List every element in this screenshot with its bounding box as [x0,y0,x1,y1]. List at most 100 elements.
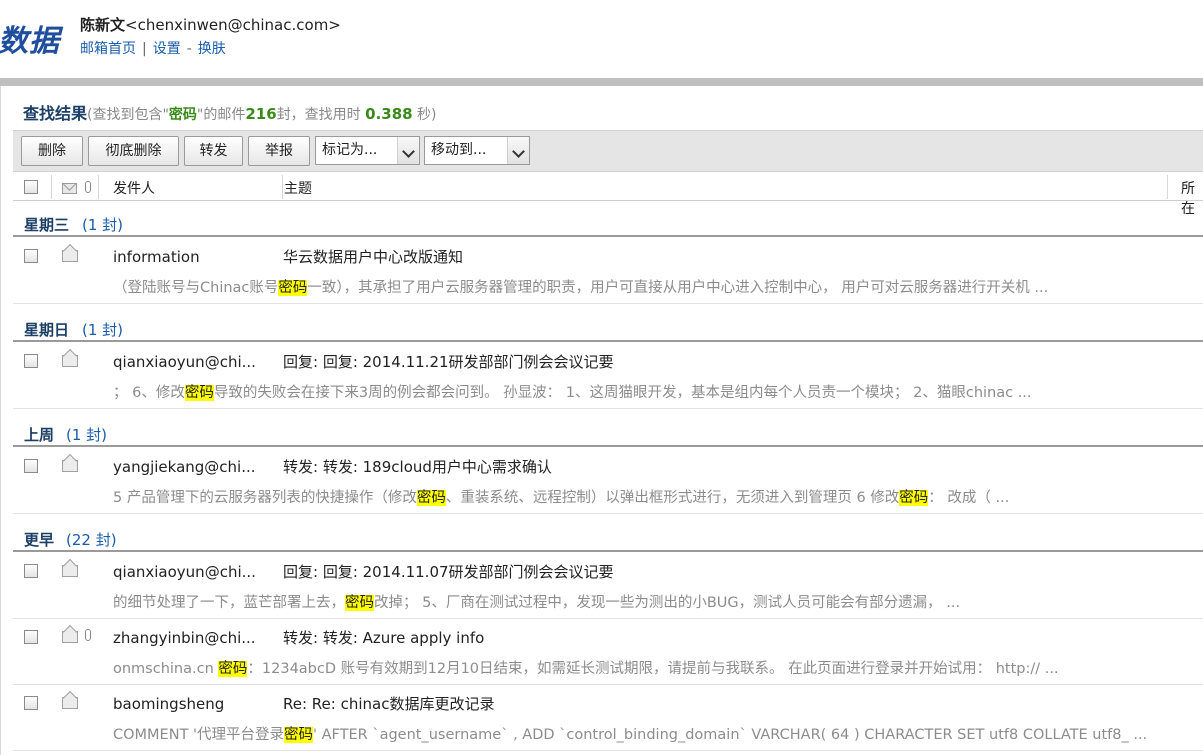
summary-text: ； 6、修改 [113,385,185,401]
summary-text: 一致），其承担了用户云服务器管理的职责，用户可直接从用户中心进入控制中心， 用户… [307,280,1049,296]
user-email: <chenxinwen@chinac.com> [125,16,341,34]
keyword-highlight: 密码 [278,280,308,296]
skin-link[interactable]: 换肤 [198,41,226,57]
read-envelope-icon [62,355,78,367]
report-button[interactable]: 举报 [248,136,310,166]
keyword-highlight: 密码 [284,727,314,743]
read-envelope-icon [62,250,78,262]
paperclip-icon [85,629,91,641]
mail-summary: ； 6、修改密码导致的失败会在接下来3周的例会都会问到。 孙显波： 1、这周猫眼… [113,381,1203,402]
mail-summary: COMMENT '代理平台登录密码' AFTER `agent_username… [113,723,1203,744]
mail-sender[interactable]: information [113,248,200,266]
mail-sender[interactable]: zhangyinbin@chi... [113,629,256,647]
read-envelope-icon [62,697,78,709]
read-envelope-icon [62,631,78,643]
mail-sender[interactable]: qianxiaoyun@chi... [113,353,256,371]
result-summary: 查找结果(查找到包含"密码"的邮件216封，查找用时 0.388 秒) [23,100,437,124]
group-count-link[interactable]: (1 封) [82,214,123,235]
keyword-highlight: 密码 [184,385,214,401]
date-group-header: 上周 (1 封) [13,413,1203,447]
summary-text: （登陆账号与Chinac账号 [113,280,279,296]
header-divider [0,78,1203,86]
mail-subject[interactable]: 华云数据用户中心改版通知 [283,246,463,267]
read-envelope-icon [62,565,78,577]
group-count-link[interactable]: (1 封) [66,424,107,445]
summary-text: ：1234abcD 账号有效期到12月10日结束，如需延长测试期限，请提前与我联… [247,661,1059,677]
result-prefix: (查找到包含" [87,107,169,123]
paperclip-icon [85,181,91,193]
toolbar: 删除 彻底删除 转发 举报 标记为... 移动到... [13,130,1203,172]
mail-checkbox[interactable] [24,354,38,368]
mail-checkbox[interactable] [24,630,38,644]
summary-text: 、重装系统、远程控制）以弹出框形式进行，无须进入到管理页 6 修改 [445,490,900,506]
logo: 数据 [0,24,60,59]
result-unit: 封，查找用时 [276,107,361,123]
mail-checkbox[interactable] [24,249,38,263]
mail-checkbox[interactable] [24,459,38,473]
group-divider [13,340,1203,342]
link-separator: - [186,41,192,57]
search-keyword: 密码 [168,107,197,123]
summary-text: onmschina.cn [113,661,219,677]
group-name: 星期日 [24,321,70,339]
mail-checkbox[interactable] [24,564,38,578]
mail-row[interactable]: baomingsheng Re: Re: chinac数据库更改记录 COMME… [13,686,1203,751]
delete-permanent-button[interactable]: 彻底删除 [88,136,179,166]
delete-button[interactable]: 删除 [21,136,83,166]
group-divider [13,445,1203,447]
column-divider [98,175,99,199]
result-title: 查找结果 [23,104,88,123]
date-group-header: 星期三 (1 封) [13,203,1203,237]
mail-row[interactable]: qianxiaoyun@chi... 回复: 回复: 2014.11.21研发部… [13,344,1203,409]
mail-row[interactable]: information 华云数据用户中心改版通知 （登陆账号与Chinac账号密… [13,239,1203,304]
mail-sender[interactable]: baomingsheng [113,695,224,713]
group-name: 更早 [24,531,55,549]
read-envelope-icon [62,460,78,472]
mail-row[interactable]: zhangyinbin@chi... 转发: 转发: Azure apply i… [13,620,1203,685]
mail-summary: 的细节处理了一下，蓝芒部署上去，密码改掉； 5、厂商在测试过程中，发现一些为测出… [113,591,1203,612]
move-to-label: 移动到... [431,142,487,158]
group-count-link[interactable]: (1 封) [82,319,123,340]
mail-checkbox[interactable] [24,696,38,710]
mail-subject[interactable]: 回复: 回复: 2014.11.21研发部部门例会会议记要 [283,351,614,372]
mail-sender[interactable]: qianxiaoyun@chi... [113,563,256,581]
summary-text: 导致的失败会在接下来3周的例会都会问到。 孙显波： 1、这周猫眼开发，基本是组内… [213,385,1032,401]
mail-sender[interactable]: yangjiekang@chi... [113,458,256,476]
keyword-highlight: 密码 [345,595,374,611]
mail-summary: 5 产品管理下的云服务器列表的快捷操作（修改密码、重装系统、远程控制）以弹出框形… [113,486,1203,507]
mail-subject[interactable]: 转发: 转发: Azure apply info [283,627,484,648]
result-suffix: 秒) [417,107,437,123]
keyword-highlight: 密码 [218,661,248,677]
forward-button[interactable]: 转发 [184,136,243,166]
chevron-down-icon [507,137,529,164]
mail-summary: onmschina.cn 密码：1234abcD 账号有效期到12月10日结束，… [113,657,1203,678]
date-group-header: 星期日 (1 封) [13,308,1203,342]
mail-row[interactable]: yangjiekang@chi... 转发: 转发: 189cloud用户中心需… [13,449,1203,514]
summary-text: COMMENT '代理平台登录 [113,727,285,743]
column-divider [282,175,283,199]
group-name: 星期三 [24,216,70,234]
summary-text: 改掉； 5、厂商在测试过程中，发现一些为测出的小BUG，测试人员可能会有部分遗漏… [374,595,961,611]
top-links: 邮箱首页 | 设置 - 换肤 [80,38,226,58]
summary-text: 5 产品管理下的云服务器列表的快捷操作（修改 [113,490,417,506]
sender-column-header[interactable]: 发件人 [113,178,155,198]
group-divider [13,235,1203,237]
subject-column-header[interactable]: 主题 [284,178,312,198]
mail-subject[interactable]: 回复: 回复: 2014.11.07研发部部门例会会议记要 [283,561,614,582]
summary-text: 的细节处理了一下，蓝芒部署上去， [113,595,345,611]
mark-as-select[interactable]: 标记为... [315,136,420,165]
mail-row[interactable]: qianxiaoyun@chi... 回复: 回复: 2014.11.07研发部… [13,554,1203,619]
result-count: 216 [245,105,277,123]
envelope-icon [62,183,77,194]
settings-link[interactable]: 设置 [153,41,181,57]
mail-summary: （登陆账号与Chinac账号密码一致），其承担了用户云服务器管理的职责，用户可直… [113,276,1203,297]
select-all-checkbox[interactable] [24,180,38,194]
mail-subject[interactable]: 转发: 转发: 189cloud用户中心需求确认 [283,456,552,477]
mailbox-home-link[interactable]: 邮箱首页 [80,41,136,57]
move-to-select[interactable]: 移动到... [424,136,530,165]
keyword-highlight: 密码 [416,490,446,506]
column-divider [51,175,52,199]
summary-text: ' AFTER `agent_username` , ADD `control_… [313,727,1148,743]
mail-subject[interactable]: Re: Re: chinac数据库更改记录 [283,693,494,714]
group-count-link[interactable]: (22 封) [66,529,117,550]
